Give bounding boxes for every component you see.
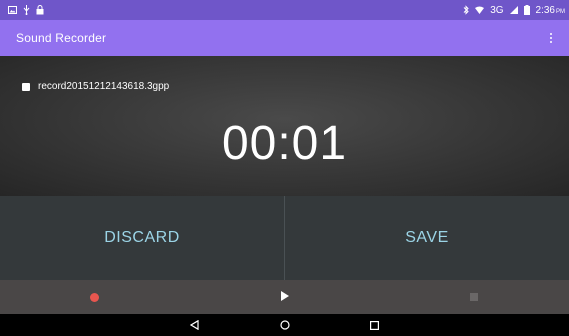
recorder-panel: record20151212143618.3gpp 00:01 [0,56,569,196]
nav-bar [0,314,569,336]
stop-button[interactable] [379,293,569,301]
clock-ampm: PM [556,8,565,15]
back-icon[interactable] [188,318,202,332]
record-button[interactable] [0,292,190,302]
image-icon [8,6,17,14]
file-checkbox[interactable] [22,82,30,91]
stop-icon [470,293,479,301]
elapsed-timer: 00:01 [221,117,348,170]
status-bar: 3G 2:36PM [0,0,569,20]
status-right: 3G 2:36PM [463,5,565,16]
recents-icon[interactable] [368,318,382,332]
save-button[interactable]: SAVE [285,196,569,280]
file-name: record20151212143618.3gpp [38,81,170,92]
record-icon [90,292,100,302]
clock: 2:36PM [536,5,565,16]
bluetooth-icon [463,5,469,15]
status-left [8,5,44,15]
play-button[interactable] [190,288,380,306]
discard-button[interactable]: DISCARD [0,196,284,280]
clock-time: 2:36 [535,4,555,16]
network-type: 3G [490,4,504,16]
home-icon[interactable] [278,318,292,332]
wifi-icon [475,6,485,14]
more-vert-icon[interactable] [545,28,557,48]
signal-icon [509,6,518,14]
app-title: Sound Recorder [16,31,107,45]
controls-bar [0,280,569,314]
play-icon [280,288,289,306]
app-bar: Sound Recorder [0,20,569,56]
lock-icon [36,5,44,15]
usb-icon [23,5,30,15]
action-bar: DISCARD SAVE [0,196,569,280]
battery-icon [523,5,530,15]
file-row: record20151212143618.3gpp [22,81,169,92]
